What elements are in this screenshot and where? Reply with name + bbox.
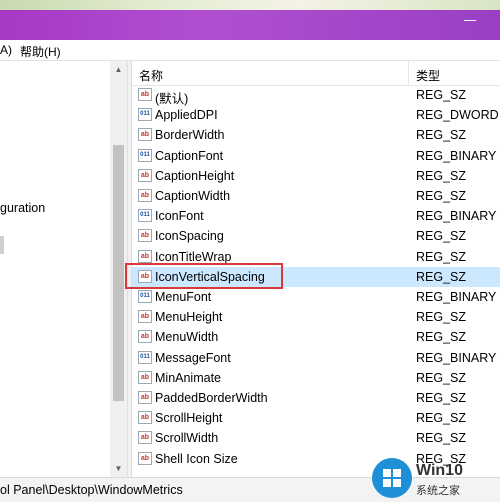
key-tree-pane[interactable]: guration bbox=[0, 61, 127, 477]
string-value-icon: ab bbox=[138, 411, 152, 425]
string-value-icon: ab bbox=[138, 168, 152, 182]
binary-value-icon: 011 bbox=[138, 108, 152, 122]
string-value-icon: ab bbox=[138, 229, 152, 243]
string-value-icon: ab bbox=[138, 391, 152, 404]
value-type: REG_SZ bbox=[416, 249, 467, 264]
value-name: IconTitleWrap bbox=[155, 249, 232, 264]
value-type: REG_SZ bbox=[416, 229, 467, 244]
list-column-header: 名称 类型 bbox=[132, 61, 500, 86]
minimize-button[interactable] bbox=[464, 20, 476, 21]
value-name: CaptionFont bbox=[155, 148, 224, 163]
value-name: (默认) bbox=[155, 92, 189, 106]
value-name: MessageFont bbox=[155, 350, 231, 365]
list-item[interactable]: ab (默认) REG_SZ bbox=[132, 85, 500, 106]
value-name: Shell Icon Size bbox=[155, 451, 238, 466]
value-name: PaddedBorderWidth bbox=[155, 391, 268, 405]
value-name: IconSpacing bbox=[155, 229, 224, 244]
menu-item-view[interactable]: A) bbox=[0, 43, 12, 57]
value-type: REG_BINARY bbox=[416, 290, 497, 304]
string-value-icon: ab bbox=[138, 370, 152, 384]
list-item[interactable]: 011 IconFont REG_BINARY bbox=[132, 206, 500, 226]
value-name: MenuHeight bbox=[155, 310, 223, 325]
string-value-icon: ab bbox=[138, 431, 152, 445]
list-item[interactable]: ab CaptionHeight REG_SZ bbox=[132, 166, 500, 186]
value-type: REG_SZ bbox=[416, 330, 467, 345]
value-type: REG_SZ bbox=[416, 168, 467, 183]
list-item[interactable]: 011 CaptionFont REG_BINARY bbox=[132, 146, 500, 166]
value-type: REG_SZ bbox=[416, 269, 467, 284]
value-name: MenuFont bbox=[155, 290, 212, 304]
list-item[interactable]: ab IconSpacing REG_SZ bbox=[132, 226, 500, 246]
list-item[interactable]: ab CaptionWidth REG_SZ bbox=[132, 186, 500, 206]
scroll-up-icon[interactable]: ▲ bbox=[110, 61, 127, 78]
value-name: MinAnimate bbox=[155, 370, 221, 385]
list-item[interactable]: ab PaddedBorderWidth REG_SZ bbox=[132, 388, 500, 408]
tree-scroll-down-icon[interactable]: ▼ bbox=[110, 460, 127, 477]
string-value-icon: ab bbox=[138, 128, 152, 142]
menu-item-help[interactable]: 帮助(H) bbox=[20, 43, 61, 60]
list-item[interactable]: ab MenuWidth REG_SZ bbox=[132, 327, 500, 347]
value-type: REG_SZ bbox=[416, 189, 467, 203]
scroll-thumb[interactable] bbox=[113, 145, 124, 401]
value-type: REG_BINARY bbox=[416, 350, 497, 365]
annotation-highlight-box bbox=[125, 263, 283, 289]
value-name: CaptionHeight bbox=[155, 168, 235, 183]
value-name: ScrollWidth bbox=[155, 431, 219, 446]
value-type: REG_BINARY bbox=[416, 209, 497, 224]
value-type: REG_BINARY bbox=[416, 148, 497, 163]
binary-value-icon: 011 bbox=[138, 148, 152, 162]
list-item[interactable]: 011 AppliedDPI REG_DWORD bbox=[132, 105, 500, 125]
string-value-icon: ab bbox=[138, 88, 152, 101]
binary-value-icon: 011 bbox=[138, 290, 152, 303]
value-type: REG_SZ bbox=[416, 391, 467, 405]
value-type: REG_SZ bbox=[416, 88, 467, 102]
list-item[interactable]: 011 MessageFont REG_BINARY bbox=[132, 348, 500, 368]
value-name: AppliedDPI bbox=[155, 108, 218, 123]
list-item[interactable]: ab MinAnimate REG_SZ bbox=[132, 368, 500, 388]
string-value-icon: ab bbox=[138, 310, 152, 324]
string-value-icon: ab bbox=[138, 249, 152, 263]
value-name: IconFont bbox=[155, 209, 204, 224]
value-type: REG_SZ bbox=[416, 370, 467, 385]
column-header-type[interactable]: 类型 bbox=[416, 67, 440, 84]
list-item[interactable]: ab ScrollWidth REG_SZ bbox=[132, 428, 500, 448]
windows-logo-icon bbox=[372, 458, 412, 498]
background-photo-strip bbox=[0, 0, 500, 10]
value-type: REG_DWORD bbox=[416, 108, 499, 123]
string-value-icon: ab bbox=[138, 330, 152, 344]
status-key-path: ol Panel\Desktop\WindowMetrics bbox=[0, 483, 183, 497]
menu-bar: A) 帮助(H) bbox=[0, 40, 500, 61]
list-item[interactable]: ab BorderWidth REG_SZ bbox=[132, 125, 500, 145]
list-item[interactable]: 011 MenuFont REG_BINARY bbox=[132, 287, 500, 307]
tree-selection-marker bbox=[0, 236, 4, 254]
title-bar bbox=[0, 0, 500, 40]
watermark: Win10 系统之家 bbox=[372, 458, 500, 502]
value-name: ScrollHeight bbox=[155, 411, 223, 426]
watermark-subtitle: 系统之家 bbox=[416, 485, 460, 497]
list-item[interactable]: ab MenuHeight REG_SZ bbox=[132, 307, 500, 327]
binary-value-icon: 011 bbox=[138, 350, 152, 364]
watermark-title: Win10 bbox=[416, 462, 463, 479]
value-name: MenuWidth bbox=[155, 330, 219, 345]
value-name: BorderWidth bbox=[155, 128, 225, 143]
value-type: REG_SZ bbox=[416, 128, 467, 143]
value-type: REG_SZ bbox=[416, 431, 467, 446]
value-name: CaptionWidth bbox=[155, 189, 231, 203]
value-type: REG_SZ bbox=[416, 411, 467, 426]
tree-item-configuration[interactable]: guration bbox=[0, 201, 45, 215]
string-value-icon: ab bbox=[138, 451, 152, 465]
binary-value-icon: 011 bbox=[138, 209, 152, 223]
value-type: REG_SZ bbox=[416, 310, 467, 325]
column-header-name[interactable]: 名称 bbox=[139, 67, 163, 84]
string-value-icon: ab bbox=[138, 189, 152, 202]
list-item[interactable]: ab ScrollHeight REG_SZ bbox=[132, 408, 500, 428]
column-separator[interactable] bbox=[408, 61, 409, 85]
